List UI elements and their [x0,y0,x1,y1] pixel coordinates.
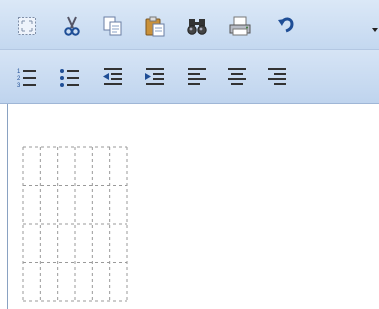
editor-area[interactable] [7,104,379,309]
select-all-icon [17,16,37,36]
svg-text:3: 3 [17,83,21,88]
undo-button[interactable] [272,10,302,40]
align-center-button[interactable] [222,62,252,92]
dashed-table-grid[interactable] [22,146,142,306]
align-right-button[interactable] [262,62,292,92]
printer-icon [228,15,252,37]
numbered-list-icon: 1 2 3 [16,66,38,88]
align-center-icon [226,66,248,88]
undo-dropdown-arrow-icon[interactable] [372,21,379,32]
copy-button[interactable] [98,11,128,41]
print-button[interactable] [225,11,255,41]
align-left-icon [186,66,208,88]
outdent-icon [102,66,124,88]
bullet-list-icon [59,66,81,88]
select-all-button[interactable] [12,11,42,41]
bullet-list-button[interactable] [55,62,85,92]
standard-toolbar [0,0,379,50]
align-left-button[interactable] [182,62,212,92]
outdent-button[interactable] [98,62,128,92]
paste-button[interactable] [140,11,170,41]
find-button[interactable] [182,11,212,41]
cut-button[interactable] [57,11,87,41]
indent-icon [144,66,166,88]
paste-icon [144,15,166,37]
scissors-icon [62,15,82,37]
indent-button[interactable] [140,62,170,92]
align-right-icon [266,66,288,88]
numbered-list-button[interactable]: 1 2 3 [12,62,42,92]
formatting-toolbar: 1 2 3 [0,50,379,104]
svg-text:1: 1 [17,69,21,75]
copy-icon [102,15,124,37]
binoculars-icon [186,16,208,36]
svg-text:2: 2 [17,76,21,82]
undo-icon [277,14,297,36]
